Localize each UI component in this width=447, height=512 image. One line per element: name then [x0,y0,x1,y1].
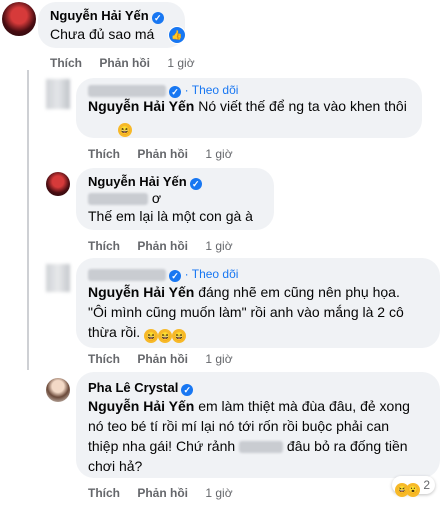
comment-time[interactable]: 1 giờ [205,352,232,366]
reply-button[interactable]: Phản hồi [137,239,188,253]
comment-text-line4: chơi hả? [88,458,143,474]
avatar[interactable] [2,2,36,36]
like-button[interactable]: Thích [88,147,120,161]
comment-text: Nó viết thế để ng ta vào khen thôi [198,98,407,114]
verified-icon: ✓ [189,178,202,190]
comment-bubble: Nguyễn Hải Yến ✓ ơ Thế em lại là một con … [76,168,274,230]
author-blurred[interactable] [88,84,166,97]
reaction-count: 2 [423,478,431,492]
author-blurred[interactable] [88,268,166,281]
reply-button[interactable]: Phản hồi [137,352,188,366]
like-button[interactable]: Thích [88,239,120,253]
reply-button[interactable]: Phản hồi [99,56,150,70]
mention[interactable]: Nguyễn Hải Yến [88,398,194,414]
wow-reaction-icon: 😮 [406,483,420,497]
laugh-emoji-icon: 😆 [144,329,159,343]
follow-link[interactable]: · Theo dõi [185,83,239,97]
comment-text-line2: "Ôi mình cũng muốn làm" rồi anh vào mắng… [88,304,404,320]
comment-actions: Thích Phản hồi 1 giờ [50,56,209,70]
like-reaction-badge[interactable]: 👍 [168,26,186,44]
verified-icon: ✓ [181,384,194,396]
mention[interactable]: Nguyễn Hải Yến [88,284,194,300]
laugh-emoji-icon: 😆 [118,123,132,137]
verified-icon: ✓ [151,12,164,24]
comment-text-line1: em làm thiệt mà đùa đâu, đẻ xong [198,398,410,414]
comment-time[interactable]: 1 giờ [205,239,232,253]
comment-actions: Thích Phản hồi 1 giờ [88,147,247,161]
reply-button[interactable]: Phản hồi [137,147,188,161]
comment-text-line1: đáng nhẽ em cũng nên phụ họa. [198,284,400,300]
reaction-summary[interactable]: 😆😮 2 [392,476,436,497]
laugh-emoji-icon: 😆 [158,329,173,343]
comment-time[interactable]: 1 giờ [167,56,194,70]
comment-time[interactable]: 1 giờ [205,486,232,500]
avatar[interactable] [46,378,70,402]
laugh-emoji-icon: 😆 [172,329,187,343]
reply-button[interactable]: Phản hồi [137,486,188,500]
comment-text: Chưa đủ sao má [50,26,155,42]
comment-text-prefix: ơ [151,190,162,206]
comment-time[interactable]: 1 giờ [205,147,232,161]
comment-actions: Thích Phản hồi 1 giờ [88,352,247,366]
comment-bubble: Pha Lê Crystal ✓ Nguyễn Hải Yến em làm th… [76,372,440,478]
comment-author[interactable]: Nguyễn Hải Yến [50,8,149,23]
comment-actions: Thích Phản hồi 1 giờ [88,486,247,500]
avatar-blurred[interactable] [46,264,70,292]
like-button[interactable]: Thích [88,486,120,500]
comment-bubble: Nguyễn Hải Yến ✓ Chưa đủ sao má [38,2,185,48]
comment-bubble: ✓ · Theo dõi Nguyễn Hải Yến đáng nhẽ em … [76,258,440,348]
avatar[interactable] [46,172,70,196]
comment-text-line3: thiệp nha gái! Chứ rảnh [88,438,236,454]
follow-link[interactable]: · Theo dõi [185,267,239,281]
comment-text-line2: nó teo bé tí rồi mí lại nó tới rốn rồi b… [88,418,390,434]
comment-text-line3: thừa rồi. [88,324,141,340]
comment-text: Thế em lại là một con gà à [88,208,253,224]
like-button[interactable]: Thích [50,56,82,70]
like-button[interactable]: Thích [88,352,120,366]
comment-text-line3b: đâu bỏ ra đống tiền [286,438,408,454]
comment-actions: Thích Phản hồi 1 giờ [88,239,247,253]
avatar-blurred[interactable] [46,79,70,109]
mention[interactable]: Nguyễn Hải Yến [88,98,194,114]
comment-author[interactable]: Pha Lê Crystal [88,380,178,395]
mention-blurred[interactable] [88,193,148,206]
thread-line [27,70,29,370]
comment-bubble: ✓ · Theo dõi Nguyễn Hải Yến Nó viết thế … [76,78,422,138]
blurred-word [239,441,284,454]
comment-author[interactable]: Nguyễn Hải Yến [88,174,187,189]
verified-icon: ✓ [169,270,181,282]
